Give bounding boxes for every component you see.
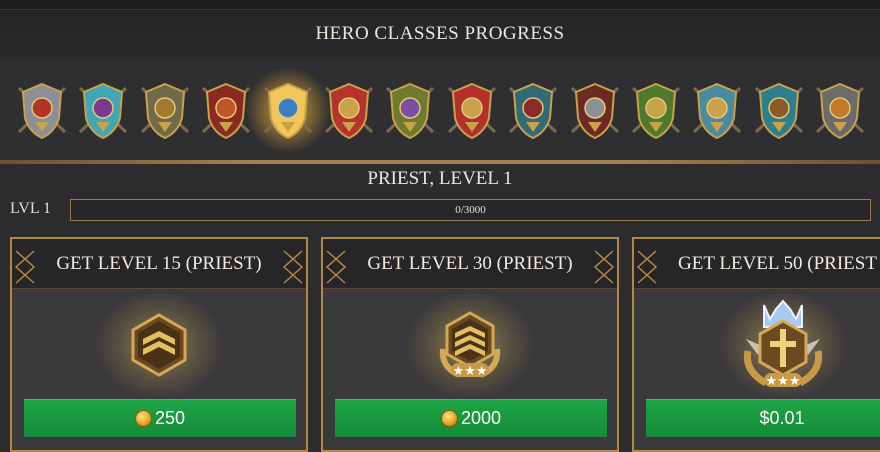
engineer-mask-icon[interactable] (811, 78, 869, 142)
card-title: GET LEVEL 50 (PRIEST (678, 253, 877, 274)
coin-icon (440, 410, 458, 427)
mage-book-icon[interactable] (74, 78, 132, 142)
paladin-winged-shield-icon[interactable] (443, 78, 501, 142)
corner-ornament-icon (593, 250, 615, 284)
card-title: GET LEVEL 15 (PRIEST) (56, 253, 262, 274)
level-progress-bar: 0/3000 (70, 199, 871, 221)
card-header: GET LEVEL 50 (PRIEST (634, 239, 880, 289)
card-title: GET LEVEL 30 (PRIEST) (367, 253, 573, 274)
svg-text:★★★: ★★★ (453, 364, 488, 379)
beast-master-icon[interactable] (627, 78, 685, 142)
druid-staff-icon[interactable] (381, 78, 439, 142)
emblem-area: ★★★ (634, 290, 880, 400)
selected-class-title: PRIEST, LEVEL 1 (367, 168, 513, 189)
berserker-claw-icon[interactable] (320, 78, 378, 142)
priest-holy-book-icon[interactable] (244, 66, 331, 154)
price-label: 250 (154, 408, 186, 428)
level-label: LVL 1 (10, 200, 52, 217)
progress-text: 0/3000 (455, 204, 486, 216)
buy-button[interactable]: 250 (24, 399, 296, 437)
header-bar: HERO CLASSES PROGRESS (0, 10, 880, 58)
barbarian-axe-icon[interactable] (566, 78, 624, 142)
class-icons-row (0, 60, 880, 160)
rank-crown-sword-emblem-icon: ★★★ (743, 299, 823, 389)
archer-bow-icon[interactable] (136, 78, 194, 142)
svg-text:★★★: ★★★ (766, 374, 801, 389)
card-header: GET LEVEL 15 (PRIEST) (12, 239, 306, 289)
emblem-area (12, 290, 306, 400)
card-header: GET LEVEL 30 (PRIEST) (323, 239, 617, 289)
viking-round-shield-icon[interactable] (504, 78, 562, 142)
corner-ornament-icon (282, 250, 304, 284)
rank-chevron-emblem-icon (131, 313, 187, 377)
reward-card-level-30: GET LEVEL 30 (PRIEST) ★★★ 2000 (321, 237, 619, 452)
reward-card-level-50: GET LEVEL 50 (PRIEST ★★★ $0.01 (632, 237, 880, 452)
coin-icon (134, 410, 152, 427)
scroll-banner-icon[interactable] (688, 78, 746, 142)
reward-card-level-15: GET LEVEL 15 (PRIEST) 250 (10, 237, 308, 452)
buy-button[interactable]: 2000 (335, 399, 607, 437)
price-label: 2000 (460, 408, 502, 428)
knight-crest-icon[interactable] (13, 78, 71, 142)
page-title: HERO CLASSES PROGRESS (315, 23, 565, 44)
price-label: $0.01 (759, 408, 805, 428)
rank-laurel-stars-emblem-icon: ★★★ (439, 311, 501, 379)
buy-button[interactable]: $0.01 (646, 399, 880, 437)
rogue-crest-icon[interactable] (750, 78, 808, 142)
top-strip (0, 0, 880, 10)
gold-divider (0, 160, 880, 164)
emblem-area: ★★★ (323, 290, 617, 400)
